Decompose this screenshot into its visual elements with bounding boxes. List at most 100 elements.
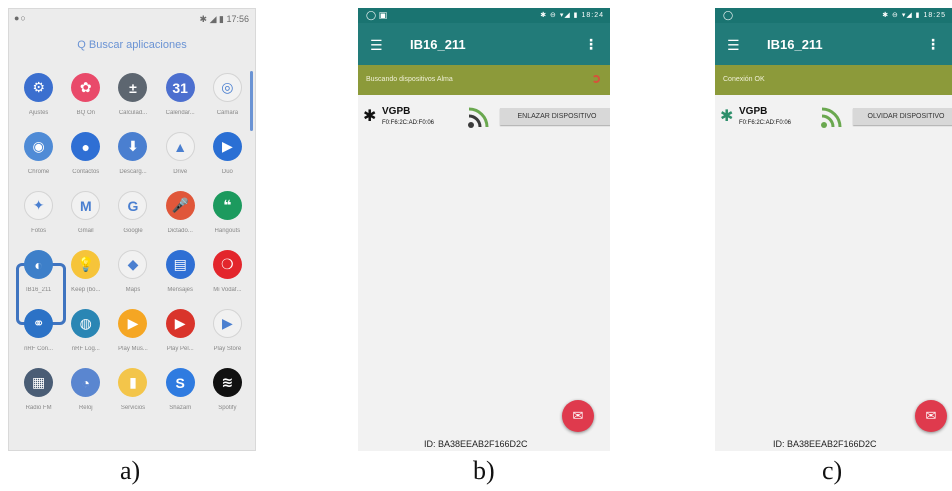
app-item[interactable]: G Google [109, 191, 156, 234]
app-label: Google [123, 228, 143, 234]
caption-a: a) [120, 456, 141, 485]
app-item[interactable]: ⬇ Descarg... [109, 132, 156, 175]
app-item[interactable]: ▶ Duo [204, 132, 251, 175]
calendar-icon: 31 [165, 73, 195, 102]
chrome-icon: ◉ [24, 132, 54, 161]
app-label: Keep (bo... [71, 287, 101, 293]
more-options-icon[interactable]: ⋮ [926, 36, 940, 53]
photos-icon: ✦ [24, 191, 54, 220]
download-icon: ⬇ [118, 132, 148, 161]
gmail-icon: M [71, 191, 101, 220]
email-fab[interactable]: ✉ [915, 400, 947, 432]
spotify-icon: ≋ [212, 368, 242, 397]
app-item[interactable]: ◔ Reloj [62, 368, 109, 411]
caption-b: b) [473, 456, 495, 485]
device-name: VGPB [739, 106, 768, 117]
app-item[interactable]: ◐ IB16_211 [15, 250, 62, 293]
app-item[interactable]: ▶ Play Pel... [157, 309, 204, 352]
shazam-icon: S [165, 368, 195, 397]
menu-icon[interactable]: ☰ [727, 37, 740, 54]
app-item[interactable]: ≋ Spotify [204, 368, 251, 411]
mail-icon: ✉ [572, 408, 584, 423]
app-item[interactable]: S Shazam [157, 368, 204, 411]
app-item[interactable]: ▶ Play Store [204, 309, 251, 352]
app-label: Hangouts [214, 228, 241, 234]
app-drawer-screen: ●○ ✱ ◢ ▮ 17:56 Q Buscar aplicaciones ⚙ Aj… [8, 8, 256, 451]
app-label: Chrome [27, 169, 50, 175]
maps-icon: ◆ [118, 250, 148, 279]
status-bar: ◯ ✱ ⊖ ▾◢ ▮ 18:25 [715, 8, 952, 23]
app-item[interactable]: M Gmail [62, 191, 109, 234]
signal-strength-icon [468, 107, 489, 128]
app-label: Contactos [72, 169, 100, 175]
contacts-icon: ● [71, 132, 101, 161]
clock-icon: ◔ [71, 368, 101, 397]
app-item[interactable]: ▶ Play Mús... [109, 309, 156, 352]
app-label: Cámara [216, 110, 239, 116]
caption-c: c) [822, 456, 843, 485]
app-label: Play Store [213, 346, 242, 352]
microphone-icon: 🎤 [165, 191, 195, 220]
search-apps-input[interactable]: Q Buscar aplicaciones [9, 39, 255, 51]
play-store-icon: ▶ [212, 309, 242, 338]
app-bar: ☰ IB16_211 ⋮ [358, 23, 610, 65]
bluetooth-icon: ✱ [363, 108, 377, 125]
status-icons-left: ◯ ▣ [366, 10, 388, 20]
app-item[interactable]: ◎ Cámara [204, 73, 251, 116]
status-icons-left: ●○ [14, 13, 27, 23]
app-label: Calculad... [118, 110, 148, 116]
app-item[interactable]: ▦ Radio FM [15, 368, 62, 411]
connection-status-bar: Buscando dispositivos Alma [358, 65, 610, 95]
device-item[interactable]: ✱ VGPB F0:F6:2C:AD:F0:06 ENLAZAR DISPOSI… [358, 104, 610, 144]
app-item[interactable]: ⚭ nRF Con... [15, 309, 62, 352]
app-bar: ☰ IB16_211 ⋮ [715, 23, 952, 65]
menu-icon[interactable]: ☰ [370, 37, 383, 54]
app-item[interactable]: ✿ BQ On [62, 73, 109, 116]
status-text: Conexión OK [723, 76, 765, 83]
keep-icon: 💡 [71, 250, 101, 279]
calculator-icon: ± [118, 73, 148, 102]
status-bar: ◯ ▣ ✱ ⊖ ▾◢ ▮ 18:24 [358, 8, 610, 23]
app-label: IB16_211 [25, 287, 52, 293]
app-item[interactable]: ◍ nRF Log... [62, 309, 109, 352]
app-item[interactable]: ◉ Chrome [15, 132, 62, 175]
more-options-icon[interactable]: ⋮ [584, 36, 598, 53]
app-label: nRF Con... [24, 346, 54, 352]
app-item[interactable]: ± Calculad... [109, 73, 156, 116]
app-item[interactable]: ❍ Mi Vodaf... [204, 250, 251, 293]
app-item[interactable]: 🎤 Dictado... [157, 191, 204, 234]
files-icon: ▮ [118, 368, 148, 397]
app-label: Maps [125, 287, 141, 293]
messages-icon: ▤ [165, 250, 195, 279]
app-label: Radio FM [25, 405, 52, 411]
app-item[interactable]: 💡 Keep (bo... [62, 250, 109, 293]
app-item[interactable]: ❝ Hangouts [204, 191, 251, 234]
app-title: IB16_211 [767, 37, 823, 52]
pair-device-button[interactable]: ENLAZAR DISPOSITIVO [500, 108, 610, 125]
app-item[interactable]: ✦ Fotos [15, 191, 62, 234]
app-label: Mensajes [167, 287, 194, 293]
app-item[interactable]: ● Contactos [62, 132, 109, 175]
app-label: Ajustes [28, 110, 49, 116]
app-label: Servicios [120, 405, 146, 411]
email-fab[interactable]: ✉ [562, 400, 594, 432]
app-item[interactable]: ⚙ Ajustes [15, 73, 62, 116]
app-grid: ⚙ Ajustes ✿ BQ On ± Calculad... 31 Calendar... ◎… [15, 73, 251, 411]
forget-device-button[interactable]: OLVIDAR DISPOSITIVO [853, 108, 952, 125]
app-label: Play Pel... [166, 346, 194, 352]
app-label: Fotos [31, 228, 47, 234]
app-item[interactable]: ◆ Maps [109, 250, 156, 293]
app-item[interactable]: ▤ Mensajes [157, 250, 204, 293]
app-item[interactable]: 31 Calendar... [157, 73, 204, 116]
drive-icon: ▲ [165, 132, 195, 161]
app-item[interactable]: ▮ Servicios [109, 368, 156, 411]
status-icons-left: ◯ [723, 10, 734, 20]
vodafone-icon: ❍ [212, 250, 242, 279]
device-item[interactable]: ✱ VGPB F0:F6:2C:AD:F0:06 OLVIDAR DISPOSI… [715, 104, 952, 144]
device-id: ID: BA38EEAB2F166D2C [424, 439, 528, 449]
status-icons-right: ✱ ◢ ▮ 17:56 [199, 14, 249, 24]
status-text: Buscando dispositivos Alma [366, 76, 453, 83]
app-item[interactable]: ▲ Drive [157, 132, 204, 175]
camera-icon: ◎ [212, 73, 242, 102]
nrf-connect-icon: ⚭ [24, 309, 54, 338]
